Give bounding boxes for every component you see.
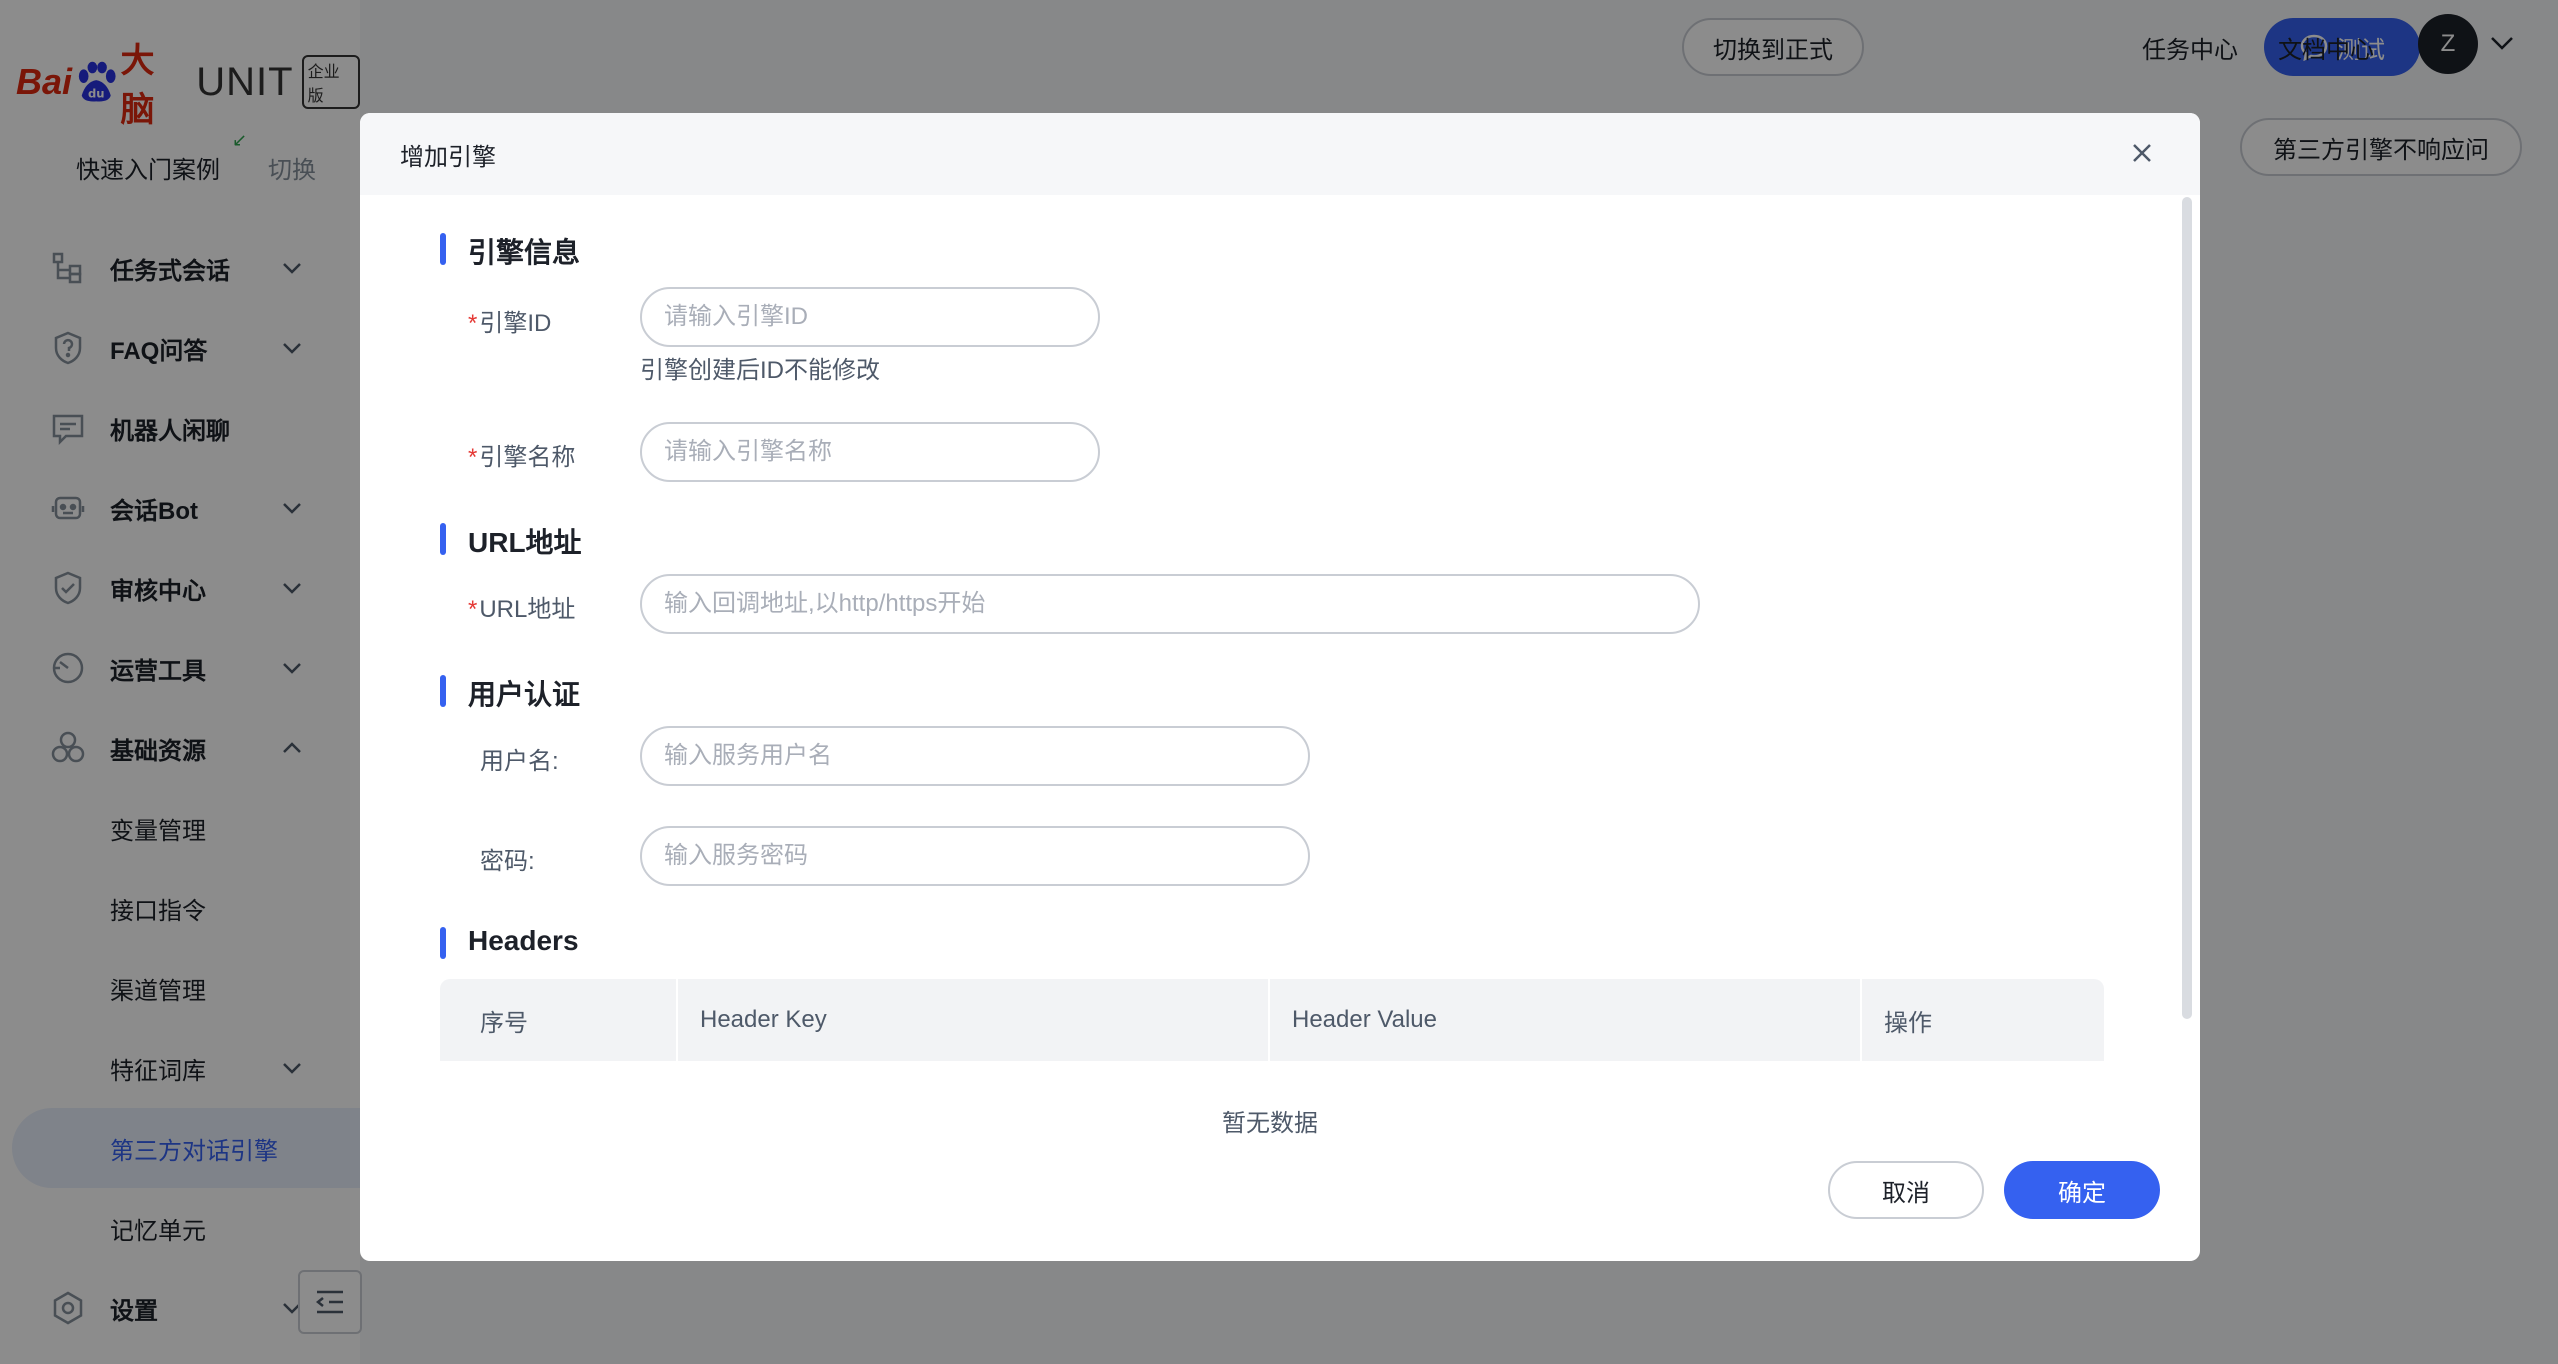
engine-name-input[interactable] [640, 422, 1100, 482]
modal-title: 增加引擎 [400, 143, 496, 171]
modal-scrollbar[interactable] [2182, 197, 2192, 1019]
col-header-key: Header Key [678, 979, 1270, 1061]
engine-id-help: 引擎创建后ID不能修改 [640, 357, 880, 384]
password-label: 密码: [480, 848, 535, 875]
section-engine-info: 引擎信息 [440, 231, 580, 271]
url-label: *URL地址 [468, 589, 575, 624]
engine-id-label-text: 引擎ID [479, 310, 552, 337]
col-index: 序号 [440, 979, 678, 1061]
required-asterisk: * [468, 444, 478, 471]
engine-id-label: *引擎ID [468, 303, 551, 338]
username-input[interactable] [640, 726, 1310, 786]
cancel-button[interactable]: 取消 [1828, 1161, 1984, 1219]
url-label-text: URL地址 [479, 596, 576, 623]
add-engine-modal: 增加引擎 引擎信息 *引擎ID 引擎创建后ID不能修改 *引擎名称 URL地址 … [360, 113, 2200, 1261]
password-input[interactable] [640, 826, 1310, 886]
col-actions: 操作 [1884, 1009, 1932, 1037]
required-asterisk: * [468, 596, 478, 623]
required-asterisk: * [468, 310, 478, 337]
col-header-value: Header Value [1270, 979, 1862, 1061]
username-label: 用户名: [480, 748, 559, 775]
engine-id-input[interactable] [640, 287, 1100, 347]
headers-table-header: 序号 Header Key Header Value 操作 [440, 979, 2104, 1061]
engine-name-label: *引擎名称 [468, 437, 575, 472]
section-headers: Headers [440, 925, 579, 959]
section-url: URL地址 [440, 521, 582, 561]
close-icon[interactable] [2130, 141, 2154, 165]
url-input[interactable] [640, 574, 1700, 634]
section-auth: 用户认证 [440, 673, 580, 713]
engine-name-label-text: 引擎名称 [479, 444, 576, 471]
modal-header: 增加引擎 [360, 113, 2200, 195]
confirm-button[interactable]: 确定 [2004, 1161, 2160, 1219]
table-empty-text: 暂无数据 [1222, 1110, 1318, 1137]
